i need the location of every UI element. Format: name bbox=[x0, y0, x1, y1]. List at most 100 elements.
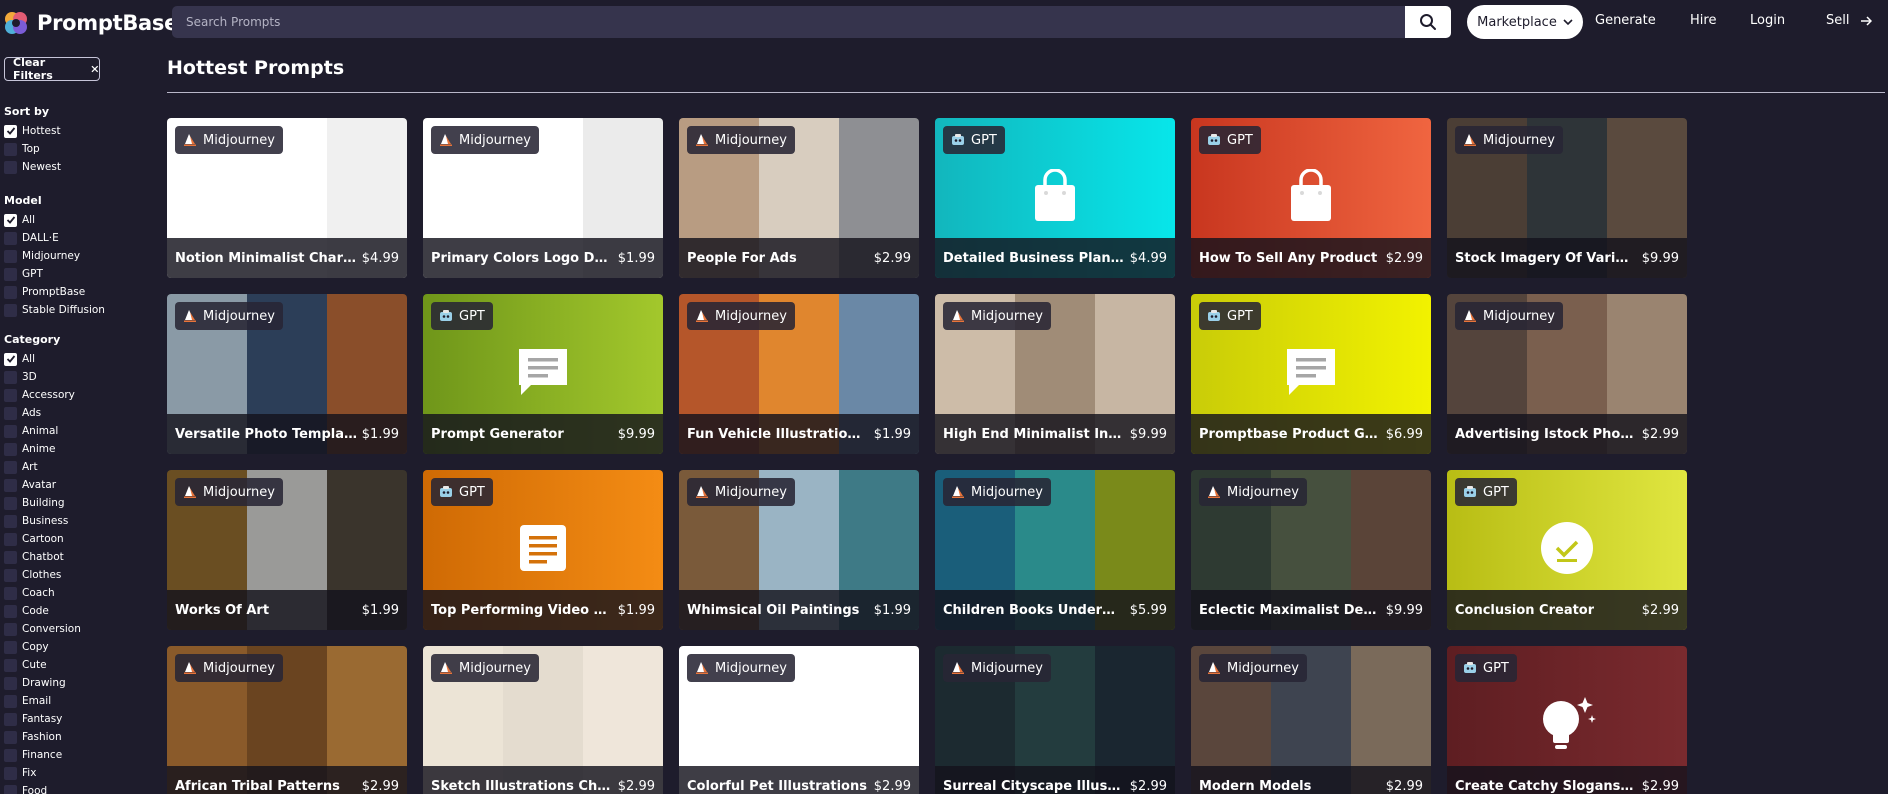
filter-option[interactable]: PromptBase bbox=[4, 285, 85, 299]
filter-option[interactable]: Newest bbox=[4, 160, 61, 174]
filter-option[interactable]: 3D bbox=[4, 370, 37, 384]
clear-filters-button[interactable]: Clear Filters bbox=[4, 56, 100, 82]
search-input[interactable] bbox=[172, 6, 1405, 38]
filter-option[interactable]: Cartoon bbox=[4, 532, 64, 546]
prompt-card[interactable]: Midjourney Whimsical Oil Paintings $1.99 bbox=[679, 470, 919, 630]
checkbox[interactable] bbox=[4, 676, 17, 690]
prompt-card[interactable]: GPT Conclusion Creator $2.99 bbox=[1447, 470, 1687, 630]
checkbox[interactable] bbox=[4, 352, 17, 366]
checkbox[interactable] bbox=[4, 370, 17, 384]
checkbox[interactable] bbox=[4, 604, 17, 618]
checkbox[interactable] bbox=[4, 285, 17, 299]
filter-option[interactable]: All bbox=[4, 213, 35, 227]
checkbox[interactable] bbox=[4, 496, 17, 510]
nav-sell[interactable]: Sell bbox=[1826, 13, 1872, 28]
prompt-card[interactable]: Midjourney High End Minimalist Interiors$… bbox=[935, 294, 1175, 454]
checkbox[interactable] bbox=[4, 303, 17, 317]
filter-option[interactable]: Art bbox=[4, 460, 38, 474]
prompt-card[interactable]: Midjourney Sketch Illustrations Character… bbox=[423, 646, 663, 794]
prompt-card[interactable]: Midjourney Versatile Photo Templates $1.99 bbox=[167, 294, 407, 454]
logo[interactable]: PromptBase bbox=[3, 10, 178, 36]
filter-option[interactable]: Finance bbox=[4, 748, 62, 762]
nav-generate[interactable]: Generate bbox=[1595, 13, 1656, 28]
filter-option[interactable]: All bbox=[4, 352, 35, 366]
checkbox[interactable] bbox=[4, 712, 17, 726]
checkbox[interactable] bbox=[4, 460, 17, 474]
checkbox[interactable] bbox=[4, 442, 17, 456]
prompt-card[interactable]: GPT Detailed Business Plan Model...$4.99 bbox=[935, 118, 1175, 278]
filter-option[interactable]: Building bbox=[4, 496, 65, 510]
prompt-card[interactable]: GPT How To Sell Any Product $2.99 bbox=[1191, 118, 1431, 278]
prompt-card[interactable]: Midjourney Advertising Istock Photos $2.99 bbox=[1447, 294, 1687, 454]
filter-option[interactable]: Coach bbox=[4, 586, 55, 600]
checkbox[interactable] bbox=[4, 730, 17, 744]
prompt-card[interactable]: Midjourney Colorful Pet Illustrations $2.9… bbox=[679, 646, 919, 794]
marketplace-dropdown[interactable]: Marketplace bbox=[1467, 5, 1583, 39]
filter-option[interactable]: Hottest bbox=[4, 124, 61, 138]
prompt-card[interactable]: Midjourney Works Of Art $1.99 bbox=[167, 470, 407, 630]
filter-option[interactable]: Anime bbox=[4, 442, 55, 456]
checkbox[interactable] bbox=[4, 532, 17, 546]
checkbox[interactable] bbox=[4, 784, 17, 794]
checkbox[interactable] bbox=[4, 658, 17, 672]
filter-option[interactable]: Accessory bbox=[4, 388, 75, 402]
filter-option[interactable]: Avatar bbox=[4, 478, 56, 492]
filter-option[interactable]: Cute bbox=[4, 658, 47, 672]
checkbox[interactable] bbox=[4, 424, 17, 438]
prompt-card[interactable]: Midjourney Primary Colors Logo Designs$1.… bbox=[423, 118, 663, 278]
checkbox[interactable] bbox=[4, 124, 17, 138]
prompt-card[interactable]: GPT Promptbase Product Generator$6.99 bbox=[1191, 294, 1431, 454]
checkbox[interactable] bbox=[4, 213, 17, 227]
prompt-card[interactable]: Midjourney Eclectic Maximalist Decors $9.9… bbox=[1191, 470, 1431, 630]
filter-option[interactable]: Animal bbox=[4, 424, 58, 438]
filter-option[interactable]: Food bbox=[4, 784, 47, 794]
prompt-card[interactable]: Midjourney People For Ads $2.99 bbox=[679, 118, 919, 278]
checkbox[interactable] bbox=[4, 249, 17, 263]
nav-login[interactable]: Login bbox=[1750, 13, 1785, 28]
filter-option[interactable]: Email bbox=[4, 694, 51, 708]
prompt-card[interactable]: Midjourney Fun Vehicle Illustrations For … bbox=[679, 294, 919, 454]
checkbox[interactable] bbox=[4, 586, 17, 600]
checkbox[interactable] bbox=[4, 231, 17, 245]
checkbox[interactable] bbox=[4, 568, 17, 582]
checkbox[interactable] bbox=[4, 550, 17, 564]
checkbox[interactable] bbox=[4, 748, 17, 762]
prompt-card[interactable]: Midjourney Modern Models $2.99 bbox=[1191, 646, 1431, 794]
checkbox[interactable] bbox=[4, 142, 17, 156]
checkbox[interactable] bbox=[4, 267, 17, 281]
prompt-card[interactable]: GPT Top Performing Video Topics ...$1.99 bbox=[423, 470, 663, 630]
checkbox[interactable] bbox=[4, 406, 17, 420]
checkbox[interactable] bbox=[4, 640, 17, 654]
checkbox[interactable] bbox=[4, 694, 17, 708]
nav-hire[interactable]: Hire bbox=[1690, 13, 1716, 28]
filter-option[interactable]: Clothes bbox=[4, 568, 61, 582]
prompt-card[interactable]: Midjourney Notion Minimalist Characters$4… bbox=[167, 118, 407, 278]
checkbox[interactable] bbox=[4, 388, 17, 402]
search-button[interactable] bbox=[1405, 6, 1451, 38]
filter-option[interactable]: Top bbox=[4, 142, 40, 156]
prompt-card[interactable]: Midjourney Surreal Cityscape Illustration… bbox=[935, 646, 1175, 794]
filter-option[interactable]: GPT bbox=[4, 267, 43, 281]
filter-option[interactable]: Business bbox=[4, 514, 68, 528]
filter-option[interactable]: Chatbot bbox=[4, 550, 64, 564]
prompt-card[interactable]: Midjourney Stock Imagery Of Various Life.… bbox=[1447, 118, 1687, 278]
checkbox[interactable] bbox=[4, 766, 17, 780]
checkbox[interactable] bbox=[4, 160, 17, 174]
filter-option[interactable]: Ads bbox=[4, 406, 41, 420]
filter-option[interactable]: Copy bbox=[4, 640, 49, 654]
checkbox[interactable] bbox=[4, 478, 17, 492]
filter-option[interactable]: Code bbox=[4, 604, 49, 618]
checkbox[interactable] bbox=[4, 622, 17, 636]
prompt-card[interactable]: Midjourney African Tribal Patterns $2.99 bbox=[167, 646, 407, 794]
checkbox[interactable] bbox=[4, 514, 17, 528]
filter-option[interactable]: Fix bbox=[4, 766, 36, 780]
filter-option[interactable]: Fashion bbox=[4, 730, 62, 744]
filter-option[interactable]: Stable Diffusion bbox=[4, 303, 105, 317]
prompt-card[interactable]: Midjourney Children Books Underwater Sc..… bbox=[935, 470, 1175, 630]
prompt-card[interactable]: GPT Prompt Generator $9.99 bbox=[423, 294, 663, 454]
filter-option[interactable]: Drawing bbox=[4, 676, 66, 690]
filter-option[interactable]: Midjourney bbox=[4, 249, 80, 263]
filter-option[interactable]: Conversion bbox=[4, 622, 81, 636]
filter-option[interactable]: Fantasy bbox=[4, 712, 62, 726]
filter-option[interactable]: DALL·E bbox=[4, 231, 59, 245]
